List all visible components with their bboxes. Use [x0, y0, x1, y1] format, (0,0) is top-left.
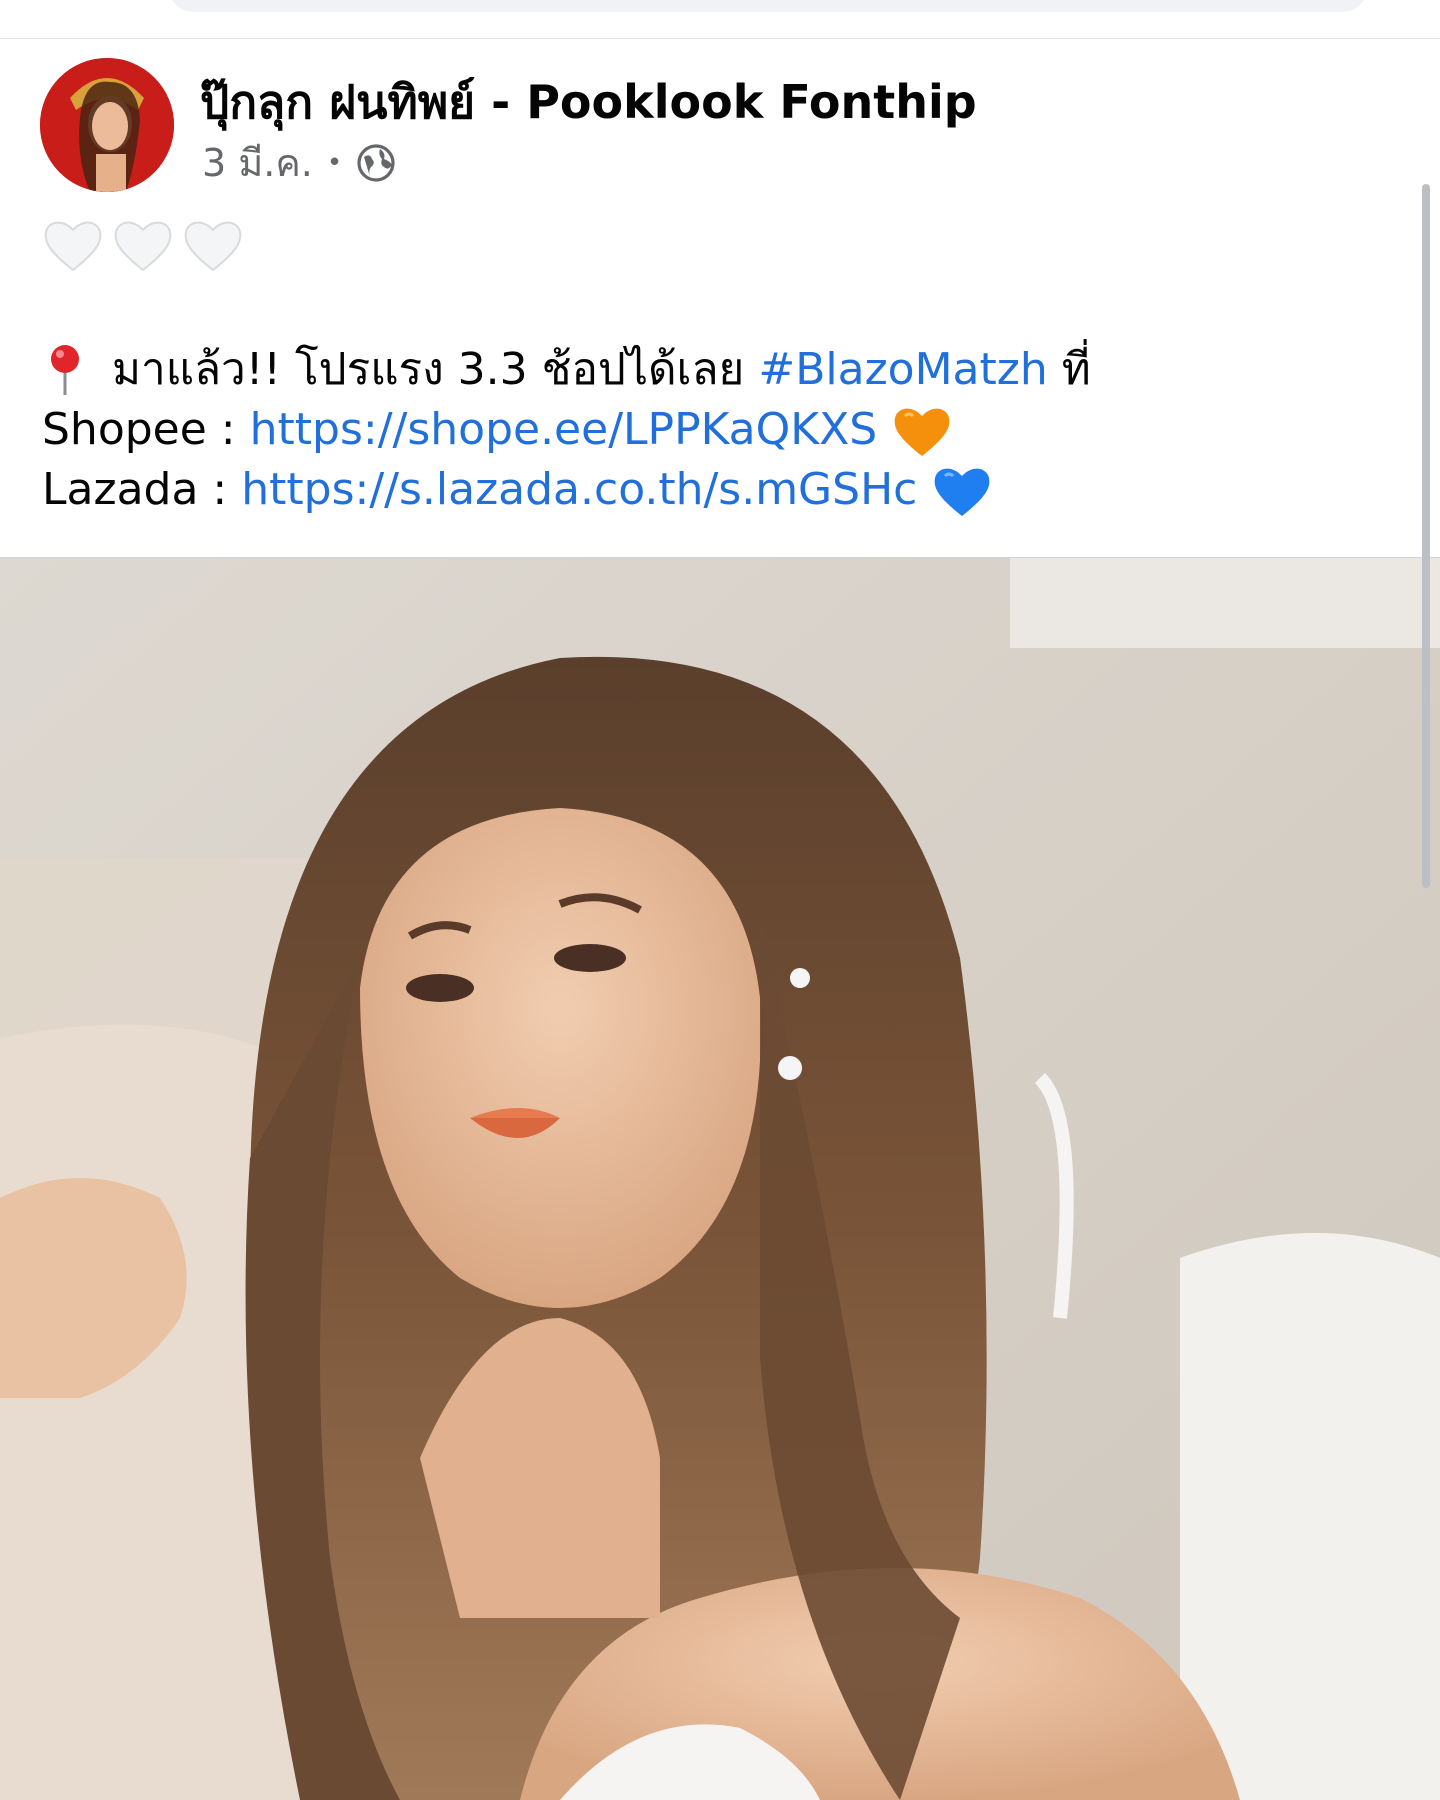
meta-separator: • — [326, 147, 343, 178]
shopee-link[interactable]: https://shope.ee/LPPKaQKXS — [250, 400, 878, 460]
facebook-post-screen: ปุ๊กลุก ฝนทิพย์ - Pooklook Fonthip 3 มี.… — [0, 0, 1440, 1800]
lazada-link[interactable]: https://s.lazada.co.th/s.mGSHc — [241, 460, 917, 520]
white-hearts — [42, 214, 244, 276]
scrollbar[interactable] — [1422, 184, 1430, 888]
globe-icon[interactable] — [356, 143, 396, 183]
pin-icon — [51, 345, 79, 395]
comment-input-bar[interactable] — [168, 0, 1368, 12]
post-line-promo: มาแล้ว!! โปรแรง 3.3 ช้อปได้เลย #BlazoMat… — [42, 340, 1382, 400]
post-line-lazada: Lazada : https://s.lazada.co.th/s.mGSHc — [42, 460, 1382, 520]
avatar[interactable] — [40, 58, 174, 192]
promo-text: มาแล้ว!! โปรแรง 3.3 ช้อปได้เลย — [112, 344, 745, 395]
divider — [0, 38, 1440, 39]
post-text: มาแล้ว!! โปรแรง 3.3 ช้อปได้เลย #BlazoMat… — [42, 340, 1382, 520]
white-heart-icon — [184, 221, 242, 272]
promo-suffix: ที่ — [1061, 344, 1091, 395]
white-heart-icon — [114, 221, 172, 272]
shopee-label: Shopee : — [42, 404, 236, 455]
white-heart-icon — [44, 221, 102, 272]
lazada-label: Lazada : — [42, 464, 228, 515]
blue-heart-icon — [935, 468, 990, 516]
hashtag-link[interactable]: #BlazoMatzh — [758, 340, 1047, 400]
post-photo[interactable] — [0, 558, 1440, 1800]
post-line-shopee: Shopee : https://shope.ee/LPPKaQKXS — [42, 400, 1382, 460]
post-meta: 3 มี.ค. • — [202, 132, 396, 193]
author-name[interactable]: ปุ๊กลุก ฝนทิพย์ - Pooklook Fonthip — [200, 66, 977, 139]
post-date[interactable]: 3 มี.ค. — [202, 132, 313, 193]
orange-heart-icon — [894, 408, 950, 456]
